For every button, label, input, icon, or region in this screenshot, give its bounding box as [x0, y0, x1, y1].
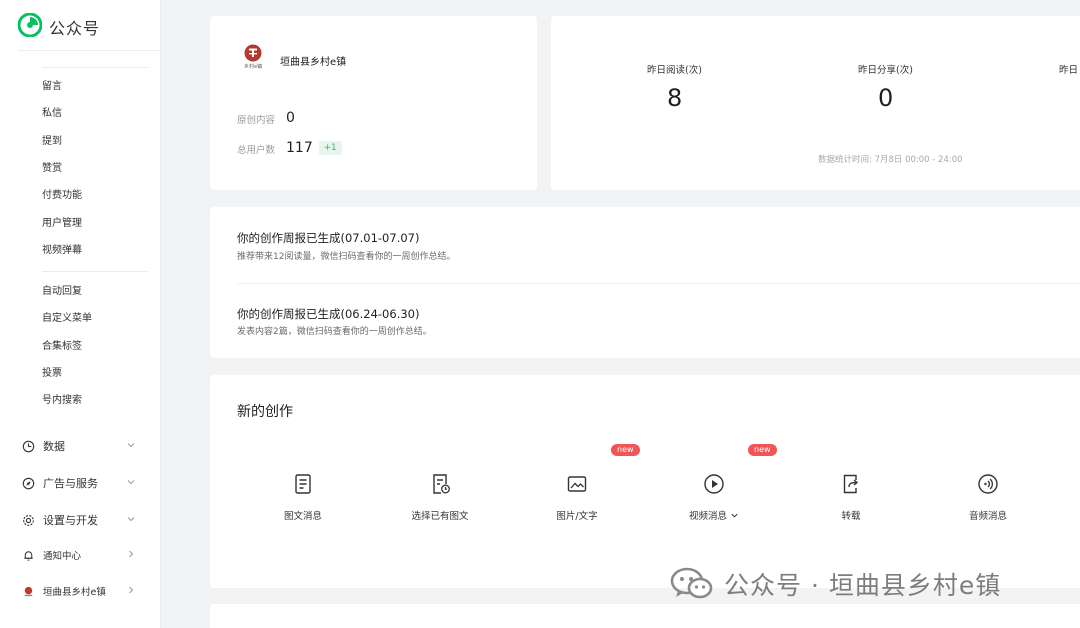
sidebar-item-in-account-search[interactable]: 号内搜索 [42, 394, 82, 408]
stat-time: 数据统计时间: 7月8日 00:00 - 24:00 [818, 155, 963, 165]
image-icon [567, 476, 587, 492]
sidebar-item-vote[interactable]: 投票 [42, 367, 62, 381]
section-title: 新的创作 [237, 404, 293, 420]
sidebar-item-rewards[interactable]: 赞赏 [42, 162, 62, 176]
sidebar-item-settings-dev[interactable]: 设置与开发 [22, 510, 138, 530]
create-label: 转载 [841, 511, 861, 522]
document-icon [295, 474, 311, 494]
yesterday-reads-label: 昨日阅读(次) [647, 65, 702, 76]
create-label: 图文消息 [283, 511, 322, 522]
chevron-down-icon[interactable] [730, 511, 739, 520]
new-badge: new [748, 444, 777, 456]
sidebar-item-paid-features[interactable]: 付费功能 [42, 189, 82, 203]
account-name: 垣曲县乡村e镇 [280, 57, 347, 68]
yesterday-shares-label: 昨日分享(次) [858, 65, 913, 76]
sidebar: 公众号 留言 私信 提到 赞赏 付费功能 用户管理 视频弹幕 自动回复 自定义菜… [0, 0, 161, 628]
sidebar-item-label: 设置与开发 [43, 514, 98, 527]
yesterday-reads-value: 8 [667, 84, 683, 112]
create-label-text: 视频消息 [688, 511, 727, 522]
sidebar-item-account[interactable]: 垣曲县乡村e镇 [22, 581, 138, 601]
sidebar-item-ads-services[interactable]: 广告与服务 [22, 473, 138, 493]
brand[interactable]: 公众号 [17, 12, 101, 41]
reports-card: 你的创作周报已生成(07.01-07.07) 推荐带来12阅读量，微信扫码查看你… [210, 207, 1080, 358]
sidebar-item-custom-menu[interactable]: 自定义菜单 [42, 312, 92, 326]
chevron-down-icon [127, 517, 135, 522]
create-article-button[interactable]: 图文消息 [253, 473, 353, 533]
compass-icon [22, 477, 35, 490]
yesterday-shares-value: 0 [878, 84, 894, 112]
play-circle-icon [704, 474, 724, 494]
sidebar-item-mentions[interactable]: 提到 [42, 135, 62, 149]
account-avatar[interactable]: 乡村e镇 [238, 44, 268, 74]
sidebar-item-label: 通知中心 [43, 551, 82, 562]
new-creation-card: 新的创作 图文消息 选择已有图文 new 图片/文字 new 视频消息 转载 音… [210, 375, 1080, 588]
create-label: 视频消息 [689, 508, 739, 522]
total-users-value: 117 [286, 140, 313, 156]
create-image-text-button[interactable]: 图片/文字 [527, 473, 627, 533]
original-content-label: 原创内容 [237, 115, 276, 126]
divider [42, 271, 148, 272]
watermark-text: 公众号 · 垣曲县乡村e镇 [724, 571, 1002, 600]
chevron-right-icon [129, 550, 134, 558]
account-card: 乡村e镇 垣曲县乡村e镇 原创内容 0 总用户数 117 +1 [210, 16, 537, 190]
sidebar-item-messages[interactable]: 留言 [42, 80, 62, 94]
weekly-report-title[interactable]: 你的创作周报已生成(07.01-07.07) [237, 230, 419, 246]
create-video-button[interactable]: 视频消息 [664, 473, 764, 533]
document-clock-icon [433, 474, 450, 494]
bottom-card [210, 604, 1080, 628]
account-avatar-icon [22, 585, 35, 598]
avatar-caption: 乡村e镇 [243, 64, 263, 70]
gear-icon [22, 514, 35, 527]
yesterday-metric-label: 昨日 [1059, 65, 1079, 76]
sidebar-item-label: 数据 [43, 440, 65, 453]
sidebar-item-private-messages[interactable]: 私信 [42, 107, 62, 121]
new-badge: new [611, 444, 640, 456]
chevron-right-icon [129, 586, 134, 594]
sidebar-item-label: 广告与服务 [43, 477, 98, 490]
users-delta-badge: +1 [319, 141, 342, 155]
create-label: 选择已有图文 [411, 511, 469, 522]
divider [18, 50, 160, 51]
weekly-report-sub: 推荐带来12阅读量，微信扫码查看你的一周创作总结。 [237, 252, 456, 262]
create-repost-button[interactable]: 转载 [801, 473, 901, 533]
audio-icon [978, 474, 998, 494]
wechat-logo-icon [670, 567, 713, 599]
weekly-report-sub: 发表内容2篇，微信扫码查看你的一周创作总结。 [237, 327, 432, 337]
sidebar-item-data[interactable]: 数据 [22, 436, 138, 456]
sidebar-item-collection-tags[interactable]: 合集标签 [42, 340, 82, 354]
original-content-value: 0 [286, 110, 295, 126]
create-audio-button[interactable]: 音频消息 [938, 473, 1038, 533]
create-label: 图片/文字 [556, 511, 598, 522]
account-logo-icon [244, 44, 262, 62]
wechat-mp-logo-icon [17, 12, 43, 41]
sidebar-item-label: 垣曲县乡村e镇 [43, 587, 106, 598]
chevron-down-icon [127, 443, 135, 448]
sidebar-item-video-danmaku[interactable]: 视频弹幕 [42, 244, 82, 258]
metrics-card: 昨日阅读(次) 8 昨日分享(次) 0 昨日 数据统计时间: 7月8日 00:0… [551, 16, 1080, 190]
choose-existing-article-button[interactable]: 选择已有图文 [390, 473, 490, 533]
weekly-report-title[interactable]: 你的创作周报已生成(06.24-06.30) [237, 306, 419, 322]
sidebar-item-auto-reply[interactable]: 自动回复 [42, 285, 82, 299]
repost-icon [843, 474, 859, 494]
divider [42, 67, 148, 68]
bell-icon [22, 549, 35, 562]
brand-name: 公众号 [49, 19, 101, 38]
watermark: 公众号 · 垣曲县乡村e镇 [670, 564, 1001, 604]
sidebar-item-user-management[interactable]: 用户管理 [42, 217, 82, 231]
divider [237, 283, 1080, 284]
chevron-down-icon [127, 480, 135, 485]
sidebar-item-notifications[interactable]: 通知中心 [22, 545, 138, 565]
create-label: 音频消息 [968, 511, 1007, 522]
clock-icon [22, 440, 35, 453]
total-users-label: 总用户数 [237, 145, 276, 156]
